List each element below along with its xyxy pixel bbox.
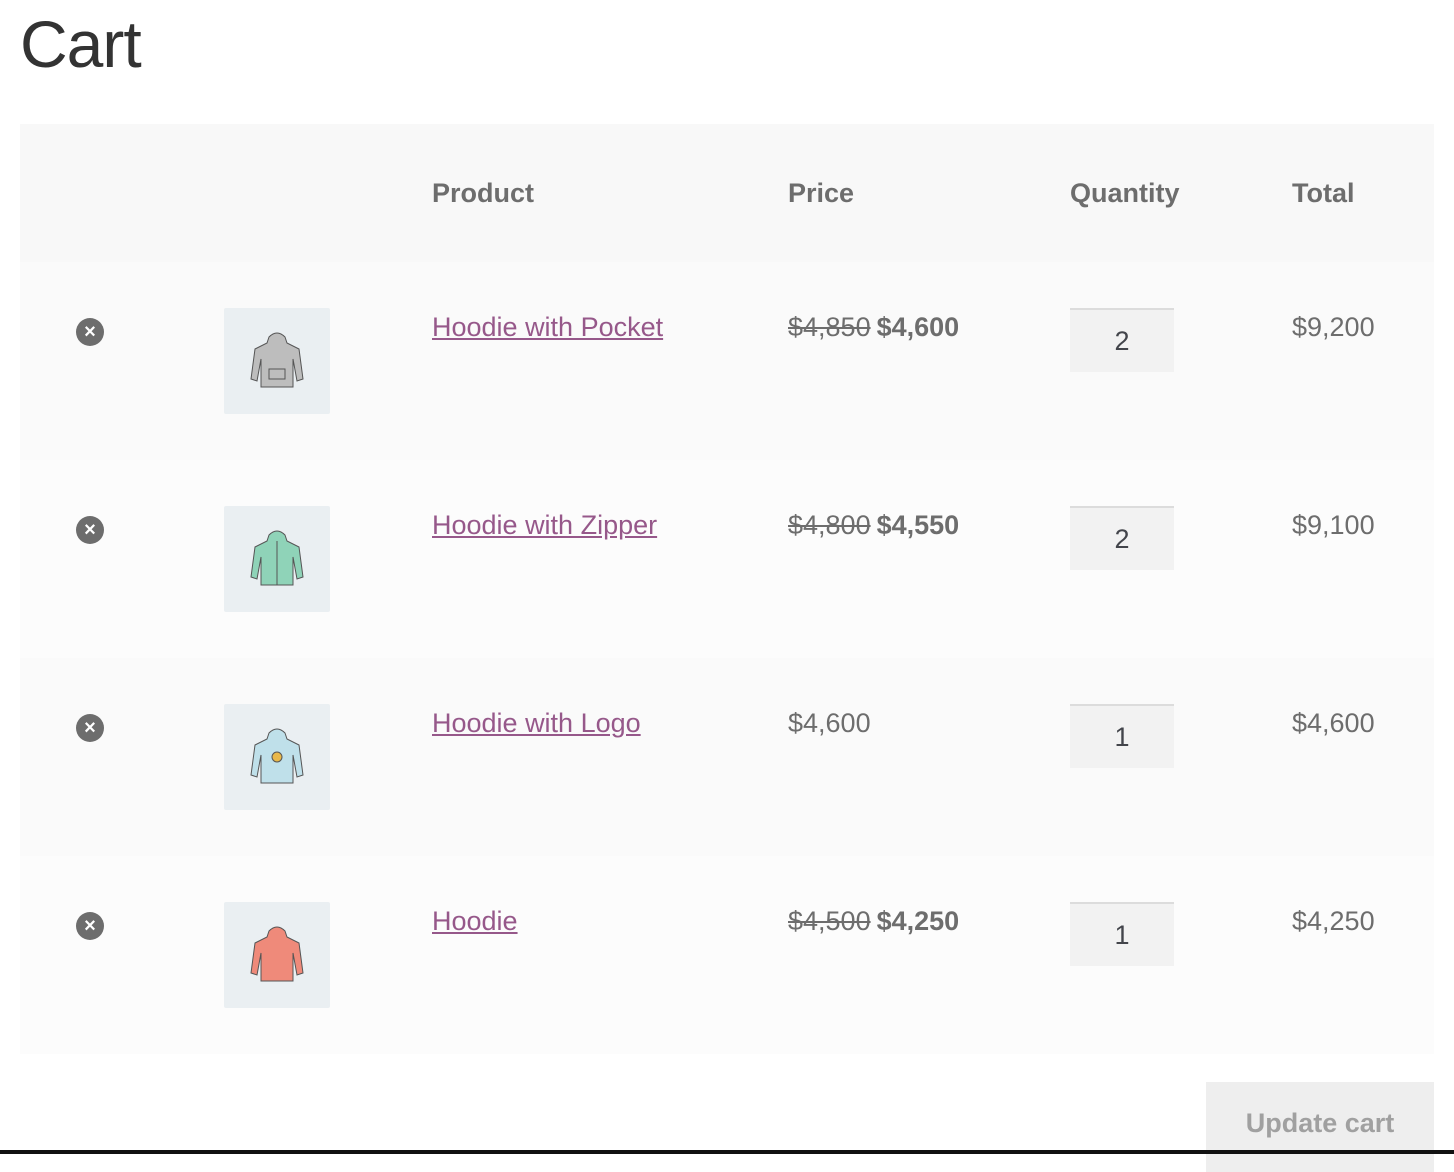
cart-table: Product Price Quantity Total × Hoodie wi… (20, 124, 1434, 1054)
line-total: $9,200 (1292, 312, 1375, 342)
hoodie-icon (250, 926, 304, 982)
quantity-input[interactable] (1070, 704, 1174, 768)
sale-price: $4,550 (876, 510, 960, 540)
quantity-input[interactable] (1070, 506, 1174, 570)
product-price: $4,600 (788, 708, 871, 739)
table-header: Product Price Quantity Total (20, 124, 1434, 262)
product-thumbnail[interactable] (224, 506, 330, 612)
cart-row-hoodie-with-zipper: × Hoodie with Zipper $4,800$4,550 $9,100 (20, 460, 1434, 658)
hoodie-icon (250, 530, 304, 586)
update-cart-button[interactable]: Update cart (1206, 1082, 1434, 1172)
remove-item-button[interactable]: × (76, 318, 104, 346)
header-total: Total (1292, 178, 1355, 208)
sale-price: $4,250 (876, 906, 960, 936)
product-price: $4,800 $4,550 (788, 510, 959, 541)
line-total: $4,250 (1292, 906, 1375, 936)
header-price: Price (788, 178, 855, 208)
remove-item-button[interactable]: × (76, 912, 104, 940)
hoodie-icon (250, 728, 304, 784)
line-total: $9,100 (1292, 510, 1375, 540)
cart-row-hoodie-with-pocket: × Hoodie with Pocket $4,850$4,600 $9,200 (20, 262, 1434, 460)
product-price: $4,850 $4,600 (788, 312, 959, 343)
product-price: $4,500 $4,250 (788, 906, 959, 937)
regular-price: $4,600 (788, 708, 871, 738)
product-thumbnail[interactable] (224, 704, 330, 810)
original-price: $4,800 (788, 510, 871, 540)
quantity-input[interactable] (1070, 902, 1174, 966)
line-total: $4,600 (1292, 708, 1375, 738)
original-price: $4,500 (788, 906, 871, 936)
hoodie-icon (250, 332, 304, 388)
product-link[interactable]: Hoodie with Logo (432, 708, 641, 739)
bottom-divider (0, 1150, 1454, 1154)
quantity-input[interactable] (1070, 308, 1174, 372)
header-product: Product (432, 178, 535, 208)
header-quantity: Quantity (1070, 178, 1180, 208)
product-link[interactable]: Hoodie with Zipper (432, 510, 657, 541)
remove-item-button[interactable]: × (76, 714, 104, 742)
cart-row-hoodie: × Hoodie $4,500$4,250 $4,250 (20, 856, 1434, 1054)
product-thumbnail[interactable] (224, 902, 330, 1008)
original-price: $4,850 (788, 312, 871, 342)
page-title: Cart (20, 7, 142, 81)
product-link[interactable]: Hoodie with Pocket (432, 312, 663, 343)
product-thumbnail[interactable] (224, 308, 330, 414)
cart-row-hoodie-with-logo: × Hoodie with Logo $4,600 $4,600 (20, 658, 1434, 856)
remove-item-button[interactable]: × (76, 516, 104, 544)
product-link[interactable]: Hoodie (432, 906, 518, 937)
sale-price: $4,600 (876, 312, 960, 342)
